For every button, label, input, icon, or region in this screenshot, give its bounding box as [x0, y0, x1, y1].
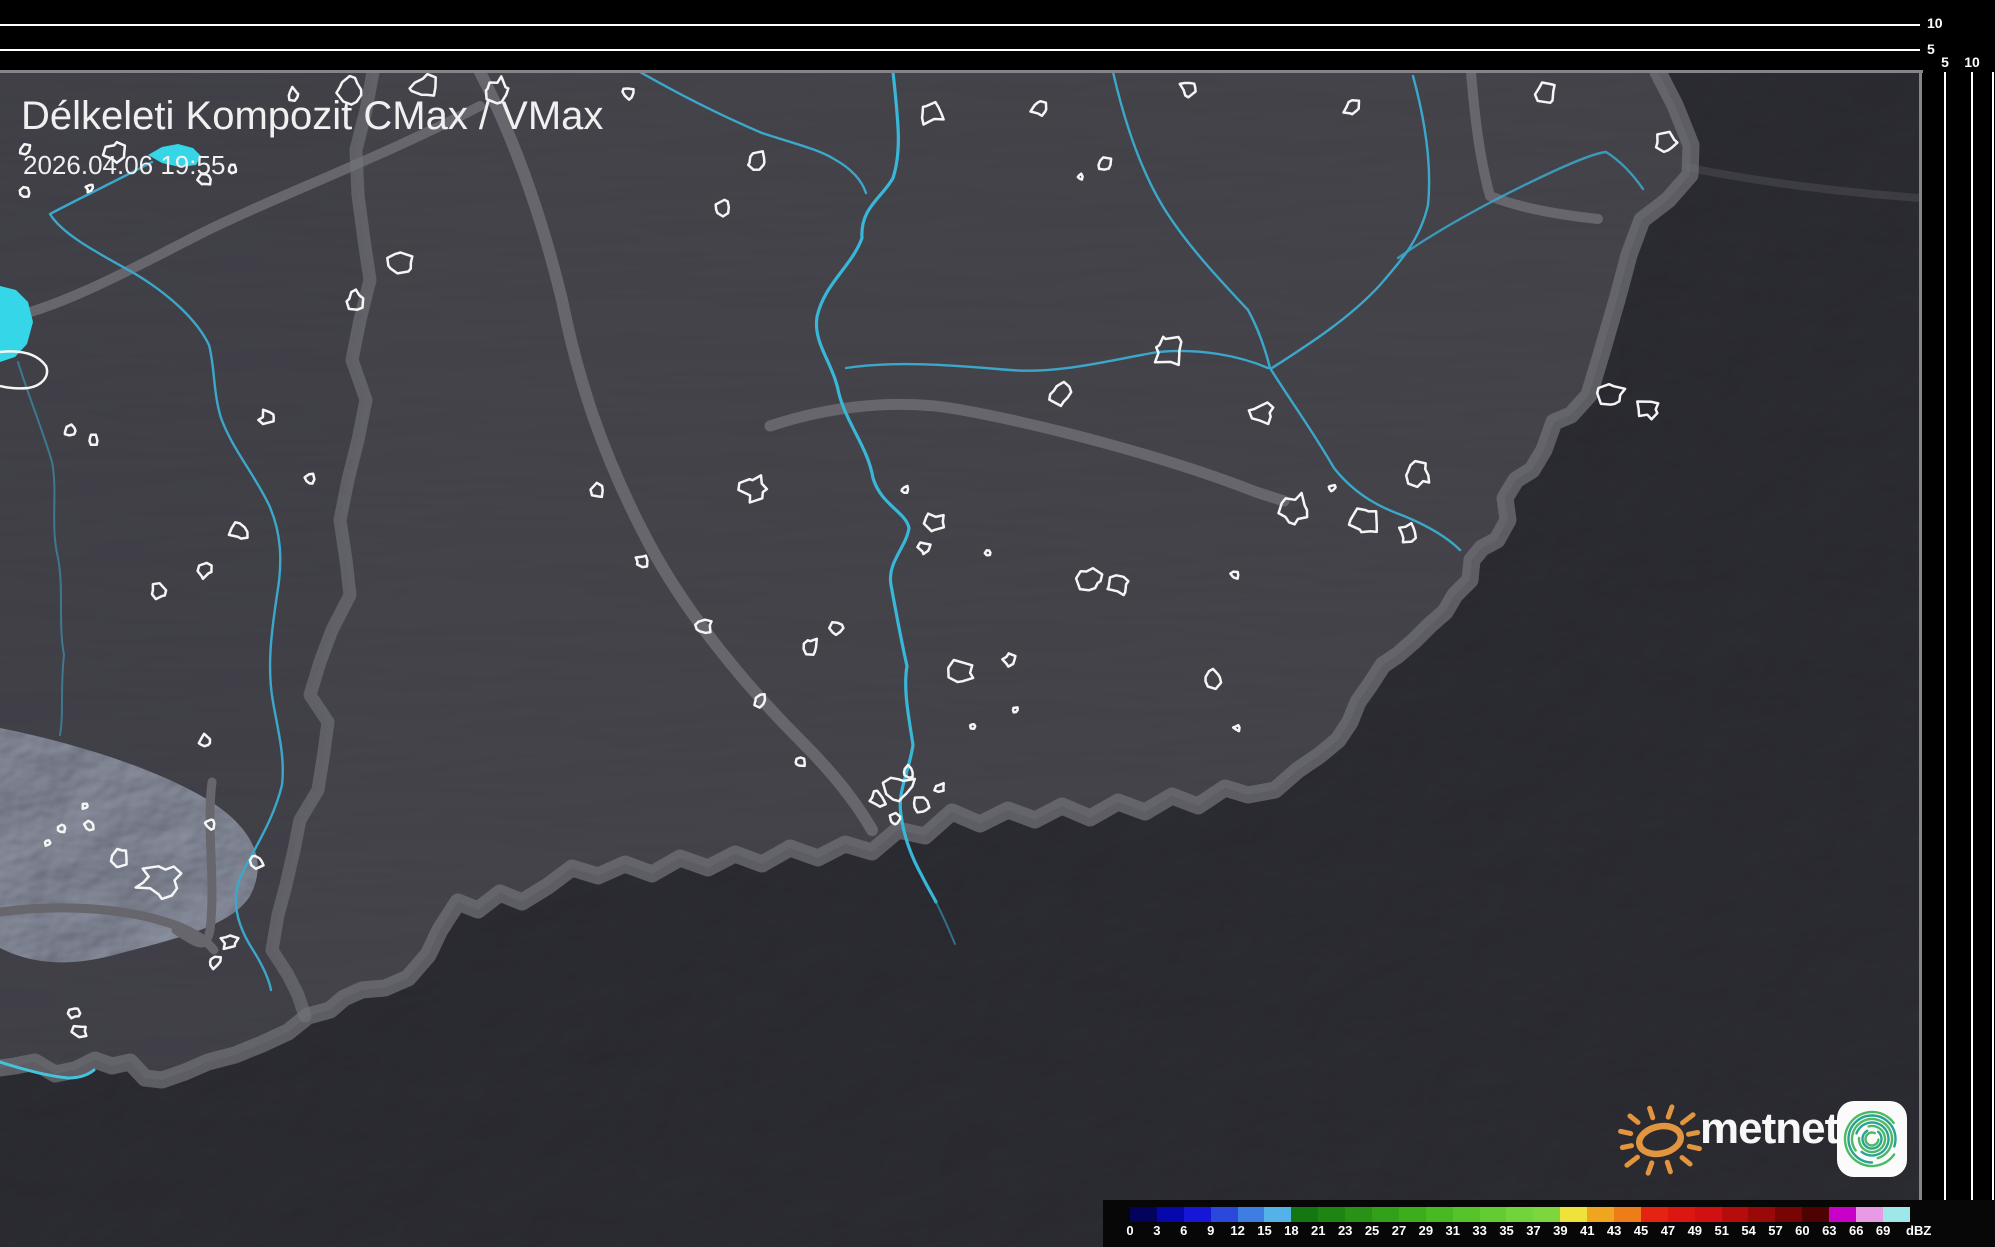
legend-tick-label: 57 [1768, 1223, 1782, 1238]
ruler-top-strip [0, 0, 1920, 72]
legend-cell [1533, 1207, 1560, 1222]
legend-tick-label: 31 [1446, 1223, 1460, 1238]
legend-cell [1264, 1207, 1291, 1222]
radar-screen: 10 5 5 10 Délkeleti Kompozit CMax / VMax… [0, 0, 1995, 1247]
ruler-line-right-5 [1944, 72, 1946, 1247]
radar-map-canvas [0, 0, 1995, 1247]
sun-icon [1612, 1090, 1708, 1186]
legend-tick-label: 54 [1741, 1223, 1755, 1238]
legend-tick-label: 9 [1207, 1223, 1214, 1238]
map-layers [0, 72, 1920, 1247]
legend-cell [1157, 1207, 1184, 1222]
map-right-edge [1919, 70, 1922, 1247]
legend-tick-label: 45 [1634, 1223, 1648, 1238]
timestamp: 2026.04.06 19:55 [23, 150, 225, 181]
legend-tick-label: 51 [1714, 1223, 1728, 1238]
legend-cell [1695, 1207, 1722, 1222]
legend-tick-label: 23 [1338, 1223, 1352, 1238]
legend-tick-label: 37 [1526, 1223, 1540, 1238]
legend-tick-label: 0 [1126, 1223, 1133, 1238]
legend-tick-label: 15 [1257, 1223, 1271, 1238]
legend-cell [1130, 1207, 1157, 1222]
ruler-label-top-5: 5 [1927, 42, 1935, 56]
legend-tick-label: 41 [1580, 1223, 1594, 1238]
legend-cell [1722, 1207, 1749, 1222]
legend-cell [1560, 1207, 1587, 1222]
legend-cell [1480, 1207, 1507, 1222]
legend-tick-label: 63 [1822, 1223, 1836, 1238]
legend-tick-label: 6 [1180, 1223, 1187, 1238]
product-title: Délkeleti Kompozit CMax / VMax [21, 94, 603, 139]
legend-cell [1506, 1207, 1533, 1222]
legend-tick-label: 3 [1153, 1223, 1160, 1238]
dbz-color-scale [1130, 1207, 1910, 1222]
legend-tick-label: 47 [1661, 1223, 1675, 1238]
ruler-line-top-10 [0, 24, 1920, 26]
legend-cell [1802, 1207, 1829, 1222]
ruler-line-right-10 [1971, 72, 1973, 1247]
ruler-line-right-edge [1992, 72, 1994, 1247]
legend-cell [1614, 1207, 1641, 1222]
ruler-line-top-5 [0, 49, 1920, 51]
legend-cell [1641, 1207, 1668, 1222]
logo-text: metnet [1700, 1104, 1838, 1154]
legend-cell [1318, 1207, 1345, 1222]
legend-cell [1211, 1207, 1238, 1222]
legend-tick-label: 66 [1849, 1223, 1863, 1238]
legend-panel: 0369121518212325272931333537394143454749… [1103, 1200, 1995, 1247]
legend-cell [1856, 1207, 1883, 1222]
map-top-edge [0, 70, 1923, 73]
ruler-label-right-10: 10 [1962, 55, 1982, 69]
legend-cell [1291, 1207, 1318, 1222]
legend-tick-label: 49 [1688, 1223, 1702, 1238]
ruler-right-strip [1920, 0, 1995, 1247]
legend-tick-label: 33 [1472, 1223, 1486, 1238]
legend-tick-label: 39 [1553, 1223, 1567, 1238]
legend-tick-label: 27 [1392, 1223, 1406, 1238]
legend-tick-label: 60 [1795, 1223, 1809, 1238]
legend-cell [1238, 1207, 1265, 1222]
metnet-spiral-icon [1836, 1100, 1908, 1178]
legend-cell [1668, 1207, 1695, 1222]
legend-cell [1184, 1207, 1211, 1222]
legend-tick-label: 12 [1230, 1223, 1244, 1238]
legend-cell [1883, 1207, 1910, 1222]
legend-cell [1453, 1207, 1480, 1222]
legend-cell [1587, 1207, 1614, 1222]
legend-cell [1372, 1207, 1399, 1222]
legend-tick-label: 35 [1499, 1223, 1513, 1238]
legend-tick-label: 29 [1419, 1223, 1433, 1238]
legend-unit-label: dBZ [1906, 1223, 1931, 1238]
legend-tick-label: 25 [1365, 1223, 1379, 1238]
legend-cell [1345, 1207, 1372, 1222]
legend-cell [1829, 1207, 1856, 1222]
legend-tick-label: 18 [1284, 1223, 1298, 1238]
legend-tick-label: 21 [1311, 1223, 1325, 1238]
legend-cell [1399, 1207, 1426, 1222]
metnet-logo: metnet [1612, 1086, 1922, 1186]
legend-tick-label: 69 [1876, 1223, 1890, 1238]
legend-cell [1748, 1207, 1775, 1222]
ruler-label-top-10: 10 [1927, 16, 1943, 30]
legend-cell [1426, 1207, 1453, 1222]
legend-tick-label: 43 [1607, 1223, 1621, 1238]
ruler-label-right-5: 5 [1938, 55, 1952, 69]
legend-cell [1775, 1207, 1802, 1222]
